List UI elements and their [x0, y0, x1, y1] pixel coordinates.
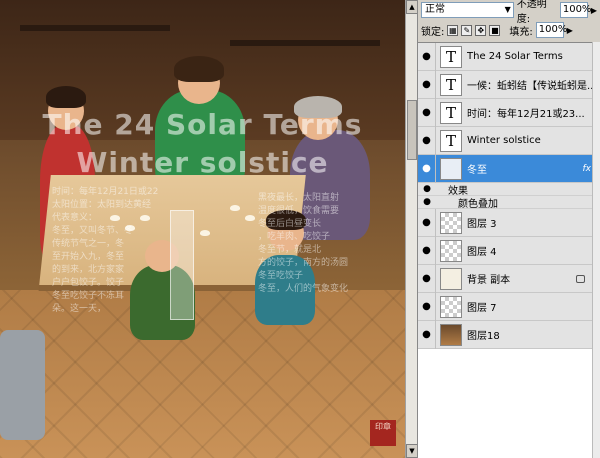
lock-position-icon[interactable]: ✥ — [475, 24, 487, 36]
vertical-title-banner — [170, 210, 194, 320]
layer-name: 图层18 — [467, 331, 500, 342]
image-layer-thumb — [440, 323, 462, 346]
layer-name: Winter solstice — [467, 135, 541, 146]
layer-name: 冬至 — [467, 165, 487, 176]
eye-icon[interactable]: ● — [418, 42, 436, 71]
eye-icon[interactable]: ● — [418, 264, 436, 293]
lock-image-icon[interactable]: ✎ — [461, 24, 473, 36]
layers-panel: 正常 ▼ 不透明度: 100% ▶ 锁定: ▦ ✎ ✥ ■ 填充: 100% ▶ … — [417, 0, 600, 458]
eye-icon[interactable]: ● — [418, 98, 436, 127]
text-layer-thumb: T — [440, 45, 462, 68]
layer-row[interactable]: ● T The 24 Solar Terms — [418, 42, 600, 71]
layer-name: 图层 7 — [467, 303, 497, 314]
layer-name: 背景 副本 — [467, 275, 511, 286]
layer-row-selected[interactable]: ● 冬至 fx — [418, 154, 600, 183]
transparent-layer-thumb — [440, 211, 462, 234]
overlay-title-solar-terms: The 24 Solar Terms — [42, 108, 363, 141]
layer-row[interactable]: ● T 一候：蚯蚓结【传说蚯蚓是... — [418, 70, 600, 99]
eye-icon[interactable]: ● — [418, 292, 436, 321]
stove — [0, 330, 45, 440]
eye-icon[interactable]: ● — [418, 320, 436, 349]
boy-red-hair — [46, 86, 86, 108]
girl-green-hair — [174, 56, 224, 82]
lock-fill-row: 锁定: ▦ ✎ ✥ ■ 填充: 100% ▶ — [418, 20, 600, 40]
fill-input[interactable]: 100% — [535, 22, 567, 38]
image-layer-thumb — [440, 267, 462, 290]
dumpling — [245, 215, 255, 221]
layer-row[interactable]: ● T Winter solstice — [418, 126, 600, 155]
scroll-thumb[interactable] — [407, 100, 417, 160]
fill-label: 填充: — [509, 26, 533, 38]
dumpling — [200, 230, 210, 236]
image-layer-thumb — [440, 157, 462, 180]
wall-shelf — [20, 25, 170, 31]
layer-name: 时间：每年12月21或23... — [467, 109, 585, 120]
layer-row[interactable]: ● 背景 副本 — [418, 264, 600, 293]
layer-name: 图层 4 — [467, 247, 497, 258]
overlay-text-left: 时间：每年12月21日或22 太阳位置：太阳到达黄经 代表意义： 冬至，又叫冬节… — [52, 187, 159, 314]
layer-name: The 24 Solar Terms — [467, 51, 563, 62]
canvas-vertical-scrollbar[interactable]: ▲ ▼ — [405, 0, 418, 458]
eye-icon[interactable]: ● — [418, 154, 436, 183]
layer-name: 一候：蚯蚓结【传说蚯蚓是... — [467, 81, 597, 92]
document-canvas[interactable]: The 24 Solar Terms Winter solstice 时间：每年… — [0, 0, 405, 458]
effects-row[interactable]: ● 效果 — [418, 183, 600, 197]
effect-item-row[interactable]: ● 颜色叠加 — [418, 196, 600, 210]
lock-label: 锁定: — [421, 26, 445, 38]
opacity-slider-arrow-icon[interactable]: ▶ — [591, 6, 597, 15]
eye-icon[interactable]: ● — [418, 197, 436, 207]
effect-item-label: 颜色叠加 — [458, 198, 498, 210]
layer-name: 图层 3 — [467, 219, 497, 230]
blend-opacity-row: 正常 ▼ 不透明度: 100% ▶ — [418, 0, 600, 25]
fx-icon[interactable]: fx — [583, 164, 592, 174]
red-seal-stamp: 印章 — [370, 420, 396, 446]
overlay-text-right: 黑夜最长，太阳直射 温度很低，饮食需要 冬至后白昼变长 ，吃羊肉、吃饺子 冬至节… — [258, 193, 349, 294]
eye-icon[interactable]: ● — [418, 236, 436, 265]
fill-slider-arrow-icon[interactable]: ▶ — [567, 26, 573, 35]
overlay-title-winter-solstice: Winter solstice — [76, 146, 329, 179]
eye-icon[interactable]: ● — [418, 184, 436, 194]
layer-row[interactable]: ● 图层 7 — [418, 292, 600, 321]
transparent-layer-thumb — [440, 239, 462, 262]
layer-row[interactable]: ● 图层18 — [418, 320, 600, 349]
layers-list: ● T The 24 Solar Terms ● T 一候：蚯蚓结【传说蚯蚓是.… — [418, 42, 600, 458]
lock-all-icon[interactable]: ■ — [489, 24, 501, 36]
layer-row[interactable]: ● T 时间：每年12月21或23... — [418, 98, 600, 127]
text-layer-thumb: T — [440, 73, 462, 96]
layer-row[interactable]: ● 图层 3 — [418, 208, 600, 237]
transparent-layer-thumb — [440, 295, 462, 318]
eye-icon[interactable]: ● — [418, 208, 436, 237]
opacity-input[interactable]: 100% — [559, 2, 591, 18]
eye-icon[interactable]: ● — [418, 126, 436, 155]
blend-mode-select[interactable]: 正常 ▼ — [421, 2, 514, 18]
layer-row[interactable]: ● 图层 4 — [418, 236, 600, 265]
eye-icon[interactable]: ● — [418, 70, 436, 99]
padlock-icon — [576, 274, 585, 283]
wall-shelf — [230, 40, 380, 46]
dumpling — [230, 205, 240, 211]
text-layer-thumb: T — [440, 129, 462, 152]
layers-scrollbar[interactable] — [592, 42, 600, 458]
chevron-down-icon: ▼ — [504, 5, 511, 14]
text-layer-thumb: T — [440, 101, 462, 124]
lock-transparency-icon[interactable]: ▦ — [447, 24, 459, 36]
